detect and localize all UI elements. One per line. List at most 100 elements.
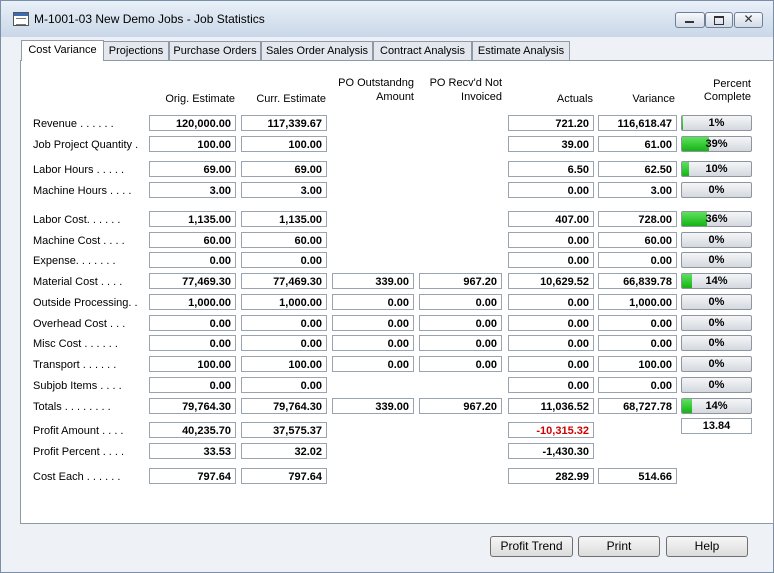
cell-curr[interactable]: 1,000.00 <box>241 294 327 310</box>
cell-curr[interactable]: 77,469.30 <box>241 273 327 289</box>
cell-po-recv[interactable]: 0.00 <box>419 335 502 351</box>
tab-contract-analysis[interactable]: Contract Analysis <box>373 41 472 60</box>
cell-variance[interactable]: 0.00 <box>598 252 677 268</box>
cell-variance[interactable]: 0.00 <box>598 315 677 331</box>
cell-curr[interactable]: 79,764.30 <box>241 398 327 414</box>
cell-po-out[interactable]: 0.00 <box>332 356 414 372</box>
profit-trend-button[interactable]: Profit Trend <box>490 536 573 557</box>
tab-purchase-orders[interactable]: Purchase Orders <box>169 41 261 60</box>
cell-actuals[interactable]: 0.00 <box>508 294 594 310</box>
cell-orig[interactable]: 79,764.30 <box>149 398 236 414</box>
cell-curr[interactable]: 1,135.00 <box>241 211 327 227</box>
minimize-button[interactable] <box>675 12 705 28</box>
profit-amount-curr[interactable]: 37,575.37 <box>241 422 327 438</box>
profit-amount-orig[interactable]: 40,235.70 <box>149 422 236 438</box>
cost-each-actuals[interactable]: 282.99 <box>508 468 594 484</box>
cell-orig[interactable]: 0.00 <box>149 315 236 331</box>
cell-actuals[interactable]: 6.50 <box>508 161 594 177</box>
cell-po-out[interactable]: 339.00 <box>332 273 414 289</box>
title-bar[interactable]: M-1001-03 New Demo Jobs - Job Statistics… <box>1 1 773 37</box>
cell-actuals[interactable]: 0.00 <box>508 252 594 268</box>
cell-actuals[interactable]: 10,629.52 <box>508 273 594 289</box>
cell-actuals[interactable]: 0.00 <box>508 356 594 372</box>
cell-orig[interactable]: 100.00 <box>149 356 236 372</box>
cell-actuals[interactable]: 0.00 <box>508 315 594 331</box>
cell-orig[interactable]: 1,000.00 <box>149 294 236 310</box>
cell-po-out[interactable]: 0.00 <box>332 335 414 351</box>
cost-each-orig[interactable]: 797.64 <box>149 468 236 484</box>
cell-po-out[interactable]: 0.00 <box>332 315 414 331</box>
cell-variance[interactable]: 116,618.47 <box>598 115 677 131</box>
cell-po-recv[interactable]: 0.00 <box>419 315 502 331</box>
cell-po-out[interactable]: 339.00 <box>332 398 414 414</box>
cell-variance[interactable]: 66,839.78 <box>598 273 677 289</box>
cell-orig[interactable]: 1,135.00 <box>149 211 236 227</box>
cost-each-variance[interactable]: 514.66 <box>598 468 677 484</box>
cell-variance[interactable]: 728.00 <box>598 211 677 227</box>
cell-orig[interactable]: 120,000.00 <box>149 115 236 131</box>
cell-curr[interactable]: 0.00 <box>241 335 327 351</box>
cell-orig[interactable]: 3.00 <box>149 182 236 198</box>
cell-curr[interactable]: 100.00 <box>241 136 327 152</box>
cell-actuals[interactable]: 39.00 <box>508 136 594 152</box>
tab-estimate-analysis[interactable]: Estimate Analysis <box>472 41 570 60</box>
cell-curr[interactable]: 69.00 <box>241 161 327 177</box>
profit-amount-extra[interactable]: 13.84 <box>681 418 752 434</box>
tab-sales-order-analysis[interactable]: Sales Order Analysis <box>261 41 373 60</box>
cell-curr[interactable]: 100.00 <box>241 356 327 372</box>
cell-actuals[interactable]: 407.00 <box>508 211 594 227</box>
cell-po-recv[interactable]: 0.00 <box>419 356 502 372</box>
cell-orig[interactable]: 69.00 <box>149 161 236 177</box>
cell-variance[interactable]: 3.00 <box>598 182 677 198</box>
cell-orig[interactable]: 0.00 <box>149 377 236 393</box>
cell-curr[interactable]: 3.00 <box>241 182 327 198</box>
cell-po-recv[interactable]: 967.20 <box>419 398 502 414</box>
cell-po-recv[interactable]: 967.20 <box>419 273 502 289</box>
cell-po-out[interactable]: 0.00 <box>332 294 414 310</box>
cell-orig[interactable]: 60.00 <box>149 232 236 248</box>
cell-actuals[interactable]: 0.00 <box>508 182 594 198</box>
cell-variance[interactable]: 0.00 <box>598 335 677 351</box>
cell-actuals[interactable]: 721.20 <box>508 115 594 131</box>
cell-variance[interactable]: 1,000.00 <box>598 294 677 310</box>
cell-curr[interactable]: 0.00 <box>241 315 327 331</box>
cell-variance[interactable]: 62.50 <box>598 161 677 177</box>
cell-actuals[interactable]: 0.00 <box>508 377 594 393</box>
cell-actuals[interactable]: 0.00 <box>508 335 594 351</box>
cell-orig[interactable]: 100.00 <box>149 136 236 152</box>
close-button[interactable]: ✕ <box>734 12 763 28</box>
tab-cost-variance[interactable]: Cost Variance <box>21 40 104 61</box>
window-title: M-1001-03 New Demo Jobs - Job Statistics <box>34 12 265 26</box>
col-header-po-received: PO Recv'd Not <box>429 77 502 89</box>
print-button[interactable]: Print <box>578 536 660 557</box>
cell-orig[interactable]: 0.00 <box>149 252 236 268</box>
cell-curr[interactable]: 0.00 <box>241 377 327 393</box>
percent-complete-text: 0% <box>708 296 725 308</box>
cell-variance[interactable]: 100.00 <box>598 356 677 372</box>
cell-variance[interactable]: 61.00 <box>598 136 677 152</box>
cell-actuals[interactable]: 0.00 <box>508 232 594 248</box>
profit-percent-curr[interactable]: 32.02 <box>241 443 327 459</box>
cell-orig[interactable]: 77,469.30 <box>149 273 236 289</box>
cell-actuals[interactable]: 11,036.52 <box>508 398 594 414</box>
cell-curr[interactable]: 117,339.67 <box>241 115 327 131</box>
percent-complete-text: 0% <box>708 337 725 349</box>
percent-complete-bar: 0% <box>681 315 752 331</box>
cost-each-curr[interactable]: 797.64 <box>241 468 327 484</box>
cell-po-recv[interactable]: 0.00 <box>419 294 502 310</box>
tab-projections[interactable]: Projections <box>103 41 169 60</box>
help-button[interactable]: Help <box>666 536 748 557</box>
job-statistics-window: M-1001-03 New Demo Jobs - Job Statistics… <box>0 0 774 573</box>
cell-curr[interactable]: 60.00 <box>241 232 327 248</box>
cell-orig[interactable]: 0.00 <box>149 335 236 351</box>
profit-percent-orig[interactable]: 33.53 <box>149 443 236 459</box>
maximize-button[interactable] <box>705 12 733 28</box>
col-header-variance: Variance <box>632 93 675 105</box>
profit-percent-actuals[interactable]: -1,430.30 <box>508 443 594 459</box>
percent-complete-bar: 0% <box>681 252 752 268</box>
cell-variance[interactable]: 60.00 <box>598 232 677 248</box>
cell-variance[interactable]: 68,727.78 <box>598 398 677 414</box>
cell-curr[interactable]: 0.00 <box>241 252 327 268</box>
cell-variance[interactable]: 0.00 <box>598 377 677 393</box>
profit-amount-actuals[interactable]: -10,315.32 <box>508 422 594 438</box>
